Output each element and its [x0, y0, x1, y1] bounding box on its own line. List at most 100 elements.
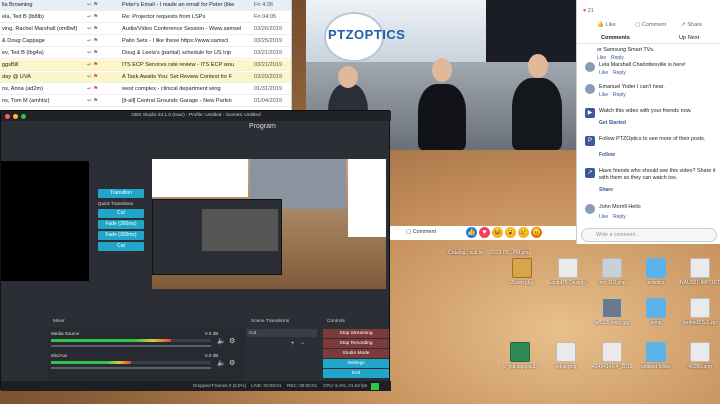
comment-button[interactable]: ▢ Comment	[406, 229, 436, 235]
desktop-icon[interactable]: mm 110.png	[592, 258, 632, 286]
email-sender: ns, Tom M (amhtiz)	[2, 98, 50, 104]
prompt-text: Watch this video with your friends now.	[599, 108, 692, 114]
email-row[interactable]: day @ UVA ↩ ⚑ A Task Awaits You: Set Rev…	[0, 72, 291, 83]
email-subject: Peter's Email - I made an email for Pete…	[122, 2, 235, 8]
speaker-icon[interactable]: 🔈	[217, 337, 226, 345]
stop-recording-button[interactable]: Stop Recording	[323, 339, 389, 348]
folder-icon	[646, 258, 666, 278]
remove-icon[interactable]: −	[301, 341, 305, 347]
transition-button[interactable]: Transition	[98, 189, 144, 198]
comment-reply-link[interactable]: Reply	[611, 55, 624, 61]
share-button[interactable]: ↗ Share	[681, 22, 702, 28]
desktop-icon[interactable]: 40095.png	[680, 342, 720, 370]
close-icon[interactable]	[5, 114, 10, 119]
desktop-icon[interactable]: 43494141 4_2019 0311_083008.wav	[592, 342, 632, 370]
desktop-icon[interactable]: untitled folder	[636, 342, 676, 370]
desktop-icon[interactable]: temp	[636, 298, 676, 326]
quick-transition-button[interactable]: Cut	[98, 242, 144, 251]
avatar[interactable]	[585, 84, 595, 94]
haha-reaction-icon[interactable]: 😆	[492, 227, 503, 238]
like-reaction-icon[interactable]: 👍	[466, 227, 477, 238]
comment-like-link[interactable]: Like	[599, 92, 608, 98]
settings-button[interactable]: Settings	[323, 359, 389, 368]
like-button[interactable]: 👍 Like	[597, 22, 616, 28]
comment-button[interactable]: ▢ Comment	[635, 22, 666, 28]
flag-icon[interactable]: ⚑	[93, 74, 98, 80]
stop-streaming-button[interactable]: Stop Streaming	[323, 329, 389, 338]
desktop-icon[interactable]: edge.png	[546, 342, 586, 370]
email-row[interactable]: lla Browning ↩ ⚑ Peter's Email - I made …	[0, 0, 291, 11]
desktop-icon[interactable]: solstice	[636, 258, 676, 286]
comment-reply-link[interactable]: Reply	[613, 214, 626, 220]
comment-like-link[interactable]: Like	[597, 55, 606, 61]
email-sender: lla Browning	[2, 2, 33, 8]
email-row[interactable]: ving, Rachel Marshall (om8wf) ↩ ⚑ Audio/…	[0, 24, 291, 35]
comment-reply-link[interactable]: Reply	[613, 92, 626, 98]
exit-button[interactable]: Exit	[323, 369, 389, 378]
desktop-icon[interactable]: w8325 copy.jpg	[592, 298, 632, 326]
person-guest-1	[418, 84, 466, 150]
email-status-icons: ↩ ⚑	[87, 2, 99, 8]
email-status-icons: ↩ ⚑	[87, 62, 99, 68]
volume-slider[interactable]	[51, 367, 211, 369]
email-date: Fri 4:36	[254, 2, 273, 8]
angry-reaction-icon[interactable]: 😠	[531, 227, 542, 238]
live-time-text: LIVE: 00:00:01	[251, 383, 282, 388]
email-row[interactable]: ela, Ted B (lb8lb) ↩ ⚑ Re: Projector req…	[0, 12, 291, 23]
desktop-icon[interactable]: tenfold2.5.1.zip	[680, 298, 720, 326]
email-date: 01/04/2019	[254, 98, 282, 104]
email-row[interactable]: ggsBill ↩ ⚑ ITS ECP Services rate review…	[0, 60, 291, 71]
desktop-icon[interactable]: Zoom.pkg	[502, 258, 542, 286]
write-comment-input[interactable]: Write a comment...	[581, 228, 717, 242]
email-row[interactable]: ns, Tom M (amhtiz) ↩ ⚑ [it-all] Central …	[0, 96, 291, 107]
pdf-file-icon	[558, 258, 578, 278]
volume-slider[interactable]	[51, 345, 211, 347]
cpu-fps-text: CPU: 5.4%, 21.64 fps	[323, 383, 368, 388]
comment-like-link[interactable]: Like	[599, 214, 608, 220]
avatar[interactable]	[585, 204, 595, 214]
desktop-icon[interactable]: 2019-05...PM.png	[490, 248, 530, 256]
desktop-icon[interactable]: EquipDB Design (dragged) 2.pdf	[548, 258, 588, 286]
speaker-icon[interactable]: 🔈	[217, 359, 226, 367]
program-facebook-thumbnail	[348, 159, 386, 237]
desktop-icon[interactable]: ti_rca copy.pub	[500, 342, 540, 370]
comment-reply-link[interactable]: Reply	[613, 70, 626, 76]
email-row[interactable]: ns, Anna (ad2m) ↩ ⚑ west complex - clini…	[0, 84, 291, 95]
quick-transitions-label: Quick Transitions	[98, 201, 134, 206]
email-sender: ev, Ted B (lbg4a)	[2, 50, 44, 56]
up-next-tab[interactable]: Up Next	[679, 35, 699, 41]
quick-transition-button[interactable]: Fade (300ms)	[98, 220, 144, 229]
quick-transition-button[interactable]: Cut	[98, 209, 144, 218]
desktop-icon[interactable]: Catalog...ical.txt	[446, 248, 486, 256]
email-status-icons: ↩ ⚑	[87, 38, 99, 44]
studio-mode-button[interactable]: Studio Mode	[323, 349, 389, 358]
maximize-icon[interactable]	[21, 114, 26, 119]
comment-like-link[interactable]: Like	[599, 70, 608, 76]
avatar[interactable]	[585, 62, 595, 72]
gear-icon[interactable]: ⚙	[229, 337, 235, 345]
gear-icon[interactable]: ⚙	[229, 359, 235, 367]
email-subject: Audio/Video Conference Session - Www.sam…	[122, 26, 242, 32]
flag-icon[interactable]: ⚑	[93, 86, 98, 92]
desktop-icon[interactable]: NAU101-IMPORT.csv	[680, 258, 720, 286]
wow-reaction-icon[interactable]: 😮	[505, 227, 516, 238]
follow-link[interactable]: Follow	[599, 152, 615, 158]
email-subject: Doug & Leela's (partial) schedule for US…	[122, 50, 231, 56]
email-row[interactable]: ev, Ted B (lbg4a) ↩ ⚑ Doug & Leela's (pa…	[0, 48, 291, 59]
preview-canvas[interactable]	[1, 161, 89, 281]
email-date: 03/26/2019	[254, 26, 282, 32]
love-reaction-icon[interactable]: ♥	[479, 227, 490, 238]
email-sender: & Doug Cappage	[2, 38, 45, 44]
quick-transition-button[interactable]: Fade (300ms)	[98, 231, 144, 240]
add-icon[interactable]: +	[291, 341, 295, 347]
transition-select[interactable]: Cut	[247, 329, 317, 337]
comments-tab[interactable]: Comments	[601, 35, 630, 41]
csv-file-icon	[690, 258, 710, 278]
minimize-icon[interactable]	[13, 114, 18, 119]
flag-icon[interactable]: ⚑	[93, 62, 98, 68]
share-link[interactable]: Share	[599, 187, 613, 193]
email-row[interactable]: & Doug Cappage ↩ ⚑ Patio Sets - I like t…	[0, 36, 291, 47]
get-started-link[interactable]: Get Started	[599, 120, 626, 126]
mixer-source-name: Media Source	[51, 331, 80, 336]
sad-reaction-icon[interactable]: 😢	[518, 227, 529, 238]
